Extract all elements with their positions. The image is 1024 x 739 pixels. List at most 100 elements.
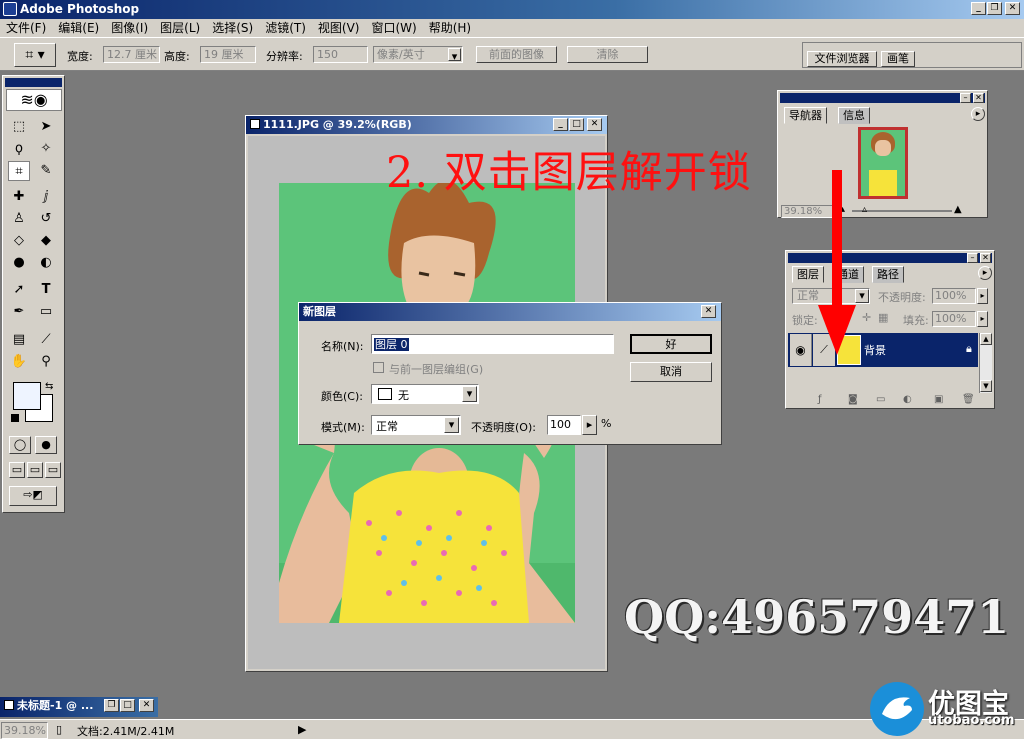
lock-all-icon[interactable]: ▦ — [878, 311, 888, 324]
adjustment-layer-icon[interactable]: ◐ — [903, 394, 912, 405]
screen-mode-full-icon[interactable]: ▭ — [45, 462, 61, 478]
marquee-tool-icon[interactable]: ⬚ — [8, 117, 30, 137]
quick-mask-icon[interactable]: ● — [35, 436, 57, 454]
status-menu-arrow-icon[interactable]: ▶ — [298, 723, 306, 736]
info-tab[interactable]: 信息 — [838, 107, 870, 124]
opacity-input[interactable]: 100 — [547, 415, 581, 435]
fill-arrow-icon[interactable]: ▸ — [977, 311, 988, 327]
menu-select[interactable]: 选择(S) — [206, 19, 259, 37]
layer-opacity-arrow-icon[interactable]: ▸ — [977, 288, 988, 304]
layers-menu-icon[interactable]: ▸ — [978, 266, 992, 280]
eraser-tool-icon[interactable]: ◇ — [8, 231, 30, 251]
scroll-up-icon[interactable]: ▲ — [980, 333, 992, 345]
foreground-color-swatch-top[interactable] — [13, 382, 41, 410]
menu-image[interactable]: 图像(I) — [105, 19, 154, 37]
healing-brush-tool-icon[interactable]: ✚ — [8, 187, 30, 207]
layer-opacity-field[interactable]: 100% — [932, 288, 976, 304]
ok-button[interactable]: 好 — [630, 334, 712, 354]
menu-edit[interactable]: 编辑(E) — [52, 19, 105, 37]
dodge-tool-icon[interactable]: ◐ — [35, 253, 57, 273]
crop-tool-preset-button[interactable]: ⌗ ▾ — [14, 43, 56, 67]
paint-bucket-tool-icon[interactable]: ◆ — [35, 231, 57, 251]
resolution-unit-select[interactable]: 像素/英寸 ▾ — [373, 46, 463, 63]
zoom-in-icon[interactable]: ▲ — [954, 204, 962, 215]
group-checkbox[interactable] — [373, 362, 384, 373]
type-tool-icon[interactable]: T — [35, 280, 57, 300]
slice-tool-icon[interactable]: ✎ — [35, 161, 57, 181]
history-brush-tool-icon[interactable]: ↺ — [35, 209, 57, 229]
menu-layer[interactable]: 图层(L) — [154, 19, 206, 37]
toolbox-titlebar[interactable] — [5, 78, 62, 87]
blur-tool-icon[interactable]: ● — [8, 253, 30, 273]
crop-tool-icon[interactable]: ⌗ — [8, 161, 30, 181]
brush-tool-icon[interactable]: ⅉ — [35, 187, 57, 207]
adobe-online-icon[interactable]: ≋◉ — [6, 89, 62, 111]
notes-tool-icon[interactable]: ▤ — [8, 330, 30, 350]
clone-stamp-tool-icon[interactable]: ♙ — [8, 209, 30, 229]
doc-close-icon[interactable]: ✕ — [587, 118, 602, 131]
doc-maximize-icon[interactable]: □ — [569, 118, 584, 131]
minimize-icon[interactable]: _ — [971, 2, 986, 15]
path-select-tool-icon[interactable]: ➚ — [8, 280, 30, 300]
minimized-document[interactable]: 未标题-1 @ ... ❐ □ ✕ — [0, 697, 158, 717]
panel-menu-icon[interactable]: ▸ — [971, 107, 985, 121]
file-browser-tab[interactable]: 文件浏览器 — [807, 51, 877, 67]
layers-close-icon[interactable]: ✕ — [980, 253, 991, 263]
clear-button[interactable]: 清除 — [567, 46, 648, 63]
swap-colors-icon[interactable]: ⇆ — [45, 381, 53, 392]
minidoc-restore-icon[interactable]: ❐ — [104, 699, 119, 712]
hand-tool-icon[interactable]: ✋ — [8, 352, 30, 372]
minidoc-close-icon[interactable]: ✕ — [139, 699, 154, 712]
document-titlebar[interactable]: 1111.JPG @ 39.2%(RGB) _ □ ✕ — [246, 116, 607, 134]
doc-minimize-icon[interactable]: _ — [553, 118, 568, 131]
nav-close-icon[interactable]: ✕ — [973, 93, 984, 103]
default-colors-icon[interactable] — [11, 414, 19, 422]
height-field[interactable]: 19 厘米 — [200, 46, 256, 63]
menu-view[interactable]: 视图(V) — [312, 19, 366, 37]
eye-visibility-icon[interactable]: ◉ — [790, 334, 812, 366]
jump-to-imageready-icon[interactable]: ⇨◩ — [9, 486, 57, 506]
screen-mode-standard-icon[interactable]: ▭ — [9, 462, 25, 478]
brushes-tab[interactable]: 画笔 — [881, 51, 915, 67]
navigator-tab[interactable]: 导航器 — [784, 107, 827, 124]
status-zoom[interactable]: 39.18% — [1, 722, 48, 739]
dialog-titlebar[interactable]: 新图层 ✕ — [299, 303, 721, 321]
zoom-tool-icon[interactable]: ⚲ — [35, 352, 57, 372]
new-set-icon[interactable]: ▭ — [876, 394, 885, 405]
mode-select[interactable]: 正常 ▾ — [371, 415, 461, 435]
menu-window[interactable]: 窗口(W) — [365, 19, 422, 37]
dialog-close-icon[interactable]: ✕ — [701, 305, 716, 318]
close-icon[interactable]: ✕ — [1005, 2, 1020, 15]
screen-mode-full-menu-icon[interactable]: ▭ — [27, 462, 43, 478]
opacity-slider-arrow-icon[interactable]: ▸ — [582, 415, 597, 435]
color-select[interactable]: 无 ▾ — [371, 384, 479, 404]
front-image-button[interactable]: 前面的图像 — [476, 46, 557, 63]
move-tool-icon[interactable]: ➤ — [35, 117, 57, 137]
scroll-down-icon[interactable]: ▼ — [980, 380, 992, 392]
fill-field[interactable]: 100% — [932, 311, 976, 327]
new-layer-icon[interactable]: ▣ — [934, 394, 943, 405]
eyedropper-tool-icon[interactable]: ⟋ — [35, 330, 57, 350]
width-field[interactable]: 12.7 厘米 — [103, 46, 160, 63]
layer-style-icon[interactable]: ƒ — [818, 394, 822, 405]
restore-icon[interactable]: ❐ — [987, 2, 1002, 15]
rectangle-tool-icon[interactable]: ▭ — [35, 302, 57, 322]
minidoc-maximize-icon[interactable]: □ — [120, 699, 135, 712]
cancel-button[interactable]: 取消 — [630, 362, 712, 382]
paths-tab[interactable]: 路径 — [872, 266, 904, 283]
menu-filter[interactable]: 滤镜(T) — [259, 19, 312, 37]
standard-mode-icon[interactable]: ◯ — [9, 436, 31, 454]
magic-wand-tool-icon[interactable]: ✧ — [35, 139, 57, 159]
navigator-titlebar[interactable] — [780, 93, 985, 103]
lasso-tool-icon[interactable]: ϙ — [8, 139, 30, 159]
layers-minimize-icon[interactable]: – — [967, 253, 978, 263]
pen-tool-icon[interactable]: ✒ — [8, 302, 30, 322]
trash-icon[interactable]: 🗑︎ — [962, 394, 975, 405]
nav-minimize-icon[interactable]: – — [960, 93, 971, 103]
layer-name-input[interactable]: 图层 0 — [371, 334, 614, 354]
add-mask-icon[interactable]: ◙ — [848, 394, 858, 405]
menu-help[interactable]: 帮助(H) — [423, 19, 477, 37]
layers-scrollbar[interactable]: ▲ ▼ — [979, 333, 992, 393]
menu-file[interactable]: 文件(F) — [0, 19, 52, 37]
resolution-field[interactable]: 150 — [313, 46, 368, 63]
